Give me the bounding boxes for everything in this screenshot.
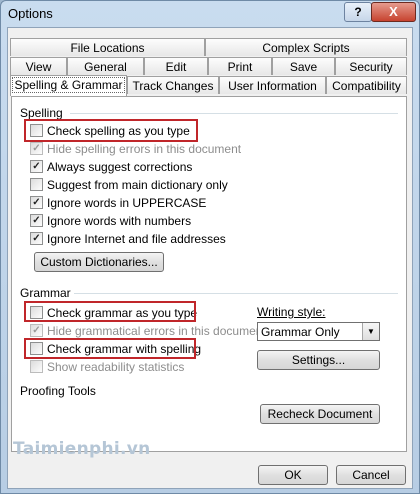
- highlight-box: [24, 301, 196, 322]
- close-button[interactable]: X: [371, 2, 416, 22]
- grammar-divider: [74, 293, 398, 294]
- highlight-box: [24, 338, 196, 359]
- checkbox[interactable]: [30, 178, 43, 191]
- writing-style-select[interactable]: Grammar Only ▼: [257, 322, 380, 341]
- tab-edit[interactable]: Edit: [144, 57, 208, 75]
- highlight-box: [24, 119, 198, 142]
- checkbox[interactable]: ✓: [30, 142, 43, 155]
- recheck-document-button[interactable]: Recheck Document: [260, 404, 380, 424]
- custom-dictionaries-button[interactable]: Custom Dictionaries...: [34, 252, 164, 272]
- options-dialog: Options ? X File Locations Complex Scrip…: [0, 0, 420, 494]
- writing-style-label: Writing style:: [257, 305, 326, 319]
- writing-style-value: Grammar Only: [261, 325, 340, 339]
- tab-complex-scripts[interactable]: Complex Scripts: [205, 38, 407, 56]
- help-button[interactable]: ?: [344, 2, 372, 22]
- tab-save[interactable]: Save: [272, 57, 335, 75]
- tab-view[interactable]: View: [10, 57, 67, 75]
- proofing-tools-label: Proofing Tools: [20, 384, 96, 398]
- tab-spelling-grammar[interactable]: Spelling & Grammar: [10, 75, 127, 96]
- checkbox[interactable]: ✓: [30, 196, 43, 209]
- checkbox[interactable]: ✓: [30, 214, 43, 227]
- checkbox[interactable]: ✓: [30, 324, 43, 337]
- tab-general[interactable]: General: [67, 57, 144, 75]
- tab-security[interactable]: Security: [335, 57, 407, 75]
- watermark-logo: Taimienphi.vn: [13, 439, 151, 459]
- spelling-section-label: Spelling: [20, 106, 63, 120]
- checkbox[interactable]: ✓: [30, 232, 43, 245]
- cancel-button[interactable]: Cancel: [336, 465, 406, 485]
- settings-button[interactable]: Settings...: [257, 350, 380, 370]
- tab-compatibility[interactable]: Compatibility: [326, 76, 407, 94]
- checkbox[interactable]: [30, 360, 43, 373]
- tab-file-locations[interactable]: File Locations: [10, 38, 205, 56]
- ok-button[interactable]: OK: [258, 465, 328, 485]
- dialog-client-area: File Locations Complex Scripts View Gene…: [7, 27, 413, 489]
- chevron-down-icon[interactable]: ▼: [362, 323, 379, 340]
- spelling-divider: [70, 113, 398, 114]
- tab-track-changes[interactable]: Track Changes: [127, 76, 219, 94]
- grammar-section-label: Grammar: [20, 286, 71, 300]
- spelling-grammar-panel: Spelling Check spelling as you type ✓ Hid…: [11, 96, 407, 452]
- tab-user-information[interactable]: User Information: [219, 76, 326, 94]
- tab-print[interactable]: Print: [208, 57, 272, 75]
- title-bar[interactable]: Options ? X: [1, 1, 419, 27]
- checkbox[interactable]: ✓: [30, 160, 43, 173]
- dialog-title: Options: [8, 6, 53, 21]
